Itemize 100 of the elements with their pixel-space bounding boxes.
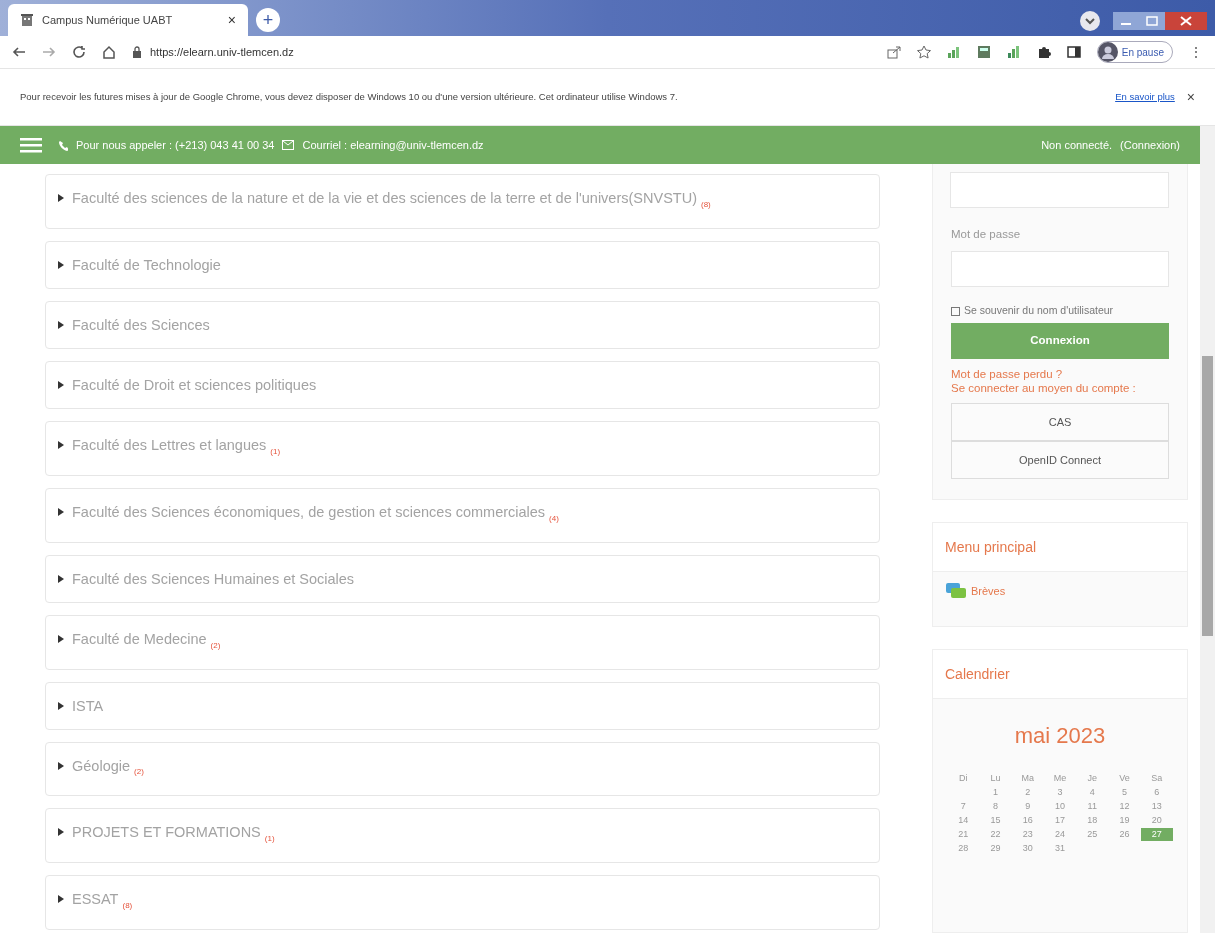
caret-icon: [58, 761, 64, 770]
sidebar-icon[interactable]: [1066, 45, 1081, 59]
category-title[interactable]: ISTA: [72, 696, 104, 715]
home-icon[interactable]: [102, 45, 116, 59]
caret-icon: [58, 828, 64, 837]
menu-icon[interactable]: [20, 137, 42, 153]
calendar-day[interactable]: 22: [979, 828, 1012, 841]
tab-title: Campus Numérique UABT: [42, 12, 174, 28]
calendar-day[interactable]: 7: [947, 800, 980, 813]
scrollbar[interactable]: [1200, 126, 1215, 933]
login-button[interactable]: Connexion: [951, 323, 1169, 359]
category-card[interactable]: Faculté de Medecine $_{(2)}$: [45, 614, 880, 670]
category-card[interactable]: Faculté des Sciences Humaines et Sociales: [45, 554, 880, 603]
calendar-day[interactable]: 23: [1011, 828, 1044, 841]
category-title[interactable]: Faculté de Droit et sciences politiques: [72, 375, 317, 394]
calendar-day[interactable]: 11: [1076, 800, 1109, 813]
category-card[interactable]: Faculté de Droit et sciences politiques: [45, 360, 880, 409]
caret-icon: [58, 260, 64, 269]
share-icon[interactable]: [886, 45, 901, 59]
category-title[interactable]: Faculté de Technologie: [72, 255, 221, 274]
caret-icon: [58, 320, 64, 329]
category-title[interactable]: Géologie $_{(2)}$: [72, 756, 144, 782]
category-card[interactable]: Faculté de Technologie: [45, 240, 880, 289]
calendar-day[interactable]: 26: [1108, 828, 1141, 841]
lost-password-link[interactable]: Mot de passe perdu ?: [951, 367, 1169, 381]
calendar-day[interactable]: 4: [1076, 786, 1109, 799]
panel-title: Menu principal: [945, 539, 1037, 555]
calendar-day[interactable]: 10: [1043, 800, 1077, 813]
close-icon[interactable]: [1165, 12, 1207, 30]
menu-icon[interactable]: ⋮: [1189, 41, 1203, 63]
category-title[interactable]: Faculté des Sciences: [72, 315, 210, 334]
username-field[interactable]: [950, 172, 1169, 208]
calendar-day[interactable]: 25: [1076, 828, 1109, 841]
provider-button[interactable]: CAS: [951, 403, 1169, 441]
calendar-day[interactable]: 2: [1011, 786, 1044, 799]
alt-login-text: Se connecter au moyen du compte :: [951, 381, 1137, 395]
menu-link[interactable]: Brèves: [945, 582, 1175, 600]
calendar-day[interactable]: 31: [1043, 842, 1077, 855]
remember-checkbox[interactable]: Se souvenir du nom d'utilisateur: [951, 303, 1169, 319]
category-title[interactable]: Faculté des sciences de la nature et de la vie et des sciences de la terre et de l'univers(SNVSTU) $_{(8)}$: [72, 189, 711, 214]
calculator-icon[interactable]: [976, 45, 991, 59]
chart-icon[interactable]: [946, 45, 961, 59]
calendar-day[interactable]: 8: [979, 800, 1012, 813]
caret-icon: [58, 440, 64, 449]
category-title[interactable]: Faculté des Sciences Humaines et Sociales: [72, 569, 355, 588]
learn-more-link[interactable]: En savoir plus: [1115, 89, 1175, 105]
weekday-label: Di: [957, 772, 969, 785]
calendar-day[interactable]: 9: [1011, 800, 1044, 813]
provider-button[interactable]: OpenID Connect: [951, 441, 1169, 479]
address-bar[interactable]: https://elearn.univ-tlemcen.dz: [132, 43, 871, 61]
star-icon[interactable]: [916, 45, 931, 59]
calendar-day[interactable]: 12: [1108, 800, 1141, 813]
category-card[interactable]: Faculté des Sciences économiques, de gestion et sciences commerciales $_{(4)}$: [45, 487, 880, 543]
calendar-day[interactable]: 14: [947, 814, 980, 827]
browser-tab[interactable]: Campus Numérique UABT ×: [8, 4, 248, 36]
calendar-day[interactable]: 5: [1108, 786, 1141, 799]
chart-icon[interactable]: [1006, 45, 1021, 59]
calendar-day[interactable]: 19: [1108, 814, 1141, 827]
calendar-day[interactable]: 30: [1011, 842, 1044, 855]
category-title[interactable]: Faculté des Lettres et langues $_{(1)}$: [72, 435, 281, 461]
back-icon[interactable]: [12, 45, 26, 59]
calendar-day[interactable]: 15: [979, 814, 1012, 827]
calendar-day[interactable]: 29: [979, 842, 1012, 855]
new-tab-button[interactable]: +: [256, 8, 280, 32]
category-title[interactable]: PROJETS ET FORMATIONS $_{(1)}$: [72, 823, 275, 849]
calendar-day[interactable]: 17: [1043, 814, 1077, 827]
category-card[interactable]: PROJETS ET FORMATIONS $_{(1)}$: [45, 808, 880, 864]
category-card[interactable]: Faculté des Sciences: [45, 300, 880, 349]
calendar-day[interactable]: 21: [947, 828, 980, 841]
calendar-day[interactable]: 20: [1140, 814, 1173, 827]
category-title[interactable]: Faculté des Sciences économiques, de gestion et sciences commerciales $_{(4)}$: [72, 502, 559, 528]
minimize-icon[interactable]: [1113, 12, 1139, 30]
password-field[interactable]: [951, 251, 1169, 288]
weekday-label: Je: [1086, 772, 1099, 785]
category-card[interactable]: Faculté des sciences de la nature et de la vie et des sciences de la terre et de l'univers(SNVSTU) $_{(8)}$: [45, 174, 880, 229]
puzzle-icon[interactable]: [1036, 45, 1051, 59]
building-icon: [20, 13, 34, 27]
category-title[interactable]: Faculté de Medecine $_{(2)}$: [72, 629, 221, 655]
calendar-day[interactable]: 24: [1043, 828, 1077, 841]
maximize-icon[interactable]: [1139, 12, 1165, 30]
calendar-day[interactable]: 28: [947, 842, 980, 855]
category-title[interactable]: ESSAT $_{(8)}$: [72, 890, 133, 916]
calendar-day[interactable]: 16: [1011, 814, 1044, 827]
reload-icon[interactable]: [72, 45, 86, 59]
calendar-day[interactable]: 13: [1140, 800, 1173, 813]
category-card[interactable]: ESSAT $_{(8)}$: [45, 875, 880, 931]
close-icon[interactable]: ×: [227, 9, 236, 31]
mail-icon: [282, 140, 295, 150]
calendar-day[interactable]: 18: [1076, 814, 1109, 827]
category-card[interactable]: Géologie $_{(2)}$: [45, 741, 880, 797]
login-link[interactable]: (Connexion): [1120, 136, 1180, 154]
category-card[interactable]: ISTA: [45, 681, 880, 730]
calendar-day[interactable]: 3: [1043, 786, 1077, 799]
calendar-day[interactable]: 27: [1140, 828, 1173, 841]
calendar-day[interactable]: 6: [1140, 786, 1173, 799]
calendar-day[interactable]: 1: [979, 786, 1012, 799]
scrollbar-thumb[interactable]: [1202, 356, 1213, 636]
course-count: (2): [210, 640, 221, 650]
category-card[interactable]: Faculté des Lettres et langues $_{(1)}$: [45, 420, 880, 476]
forward-icon[interactable]: [42, 45, 56, 59]
